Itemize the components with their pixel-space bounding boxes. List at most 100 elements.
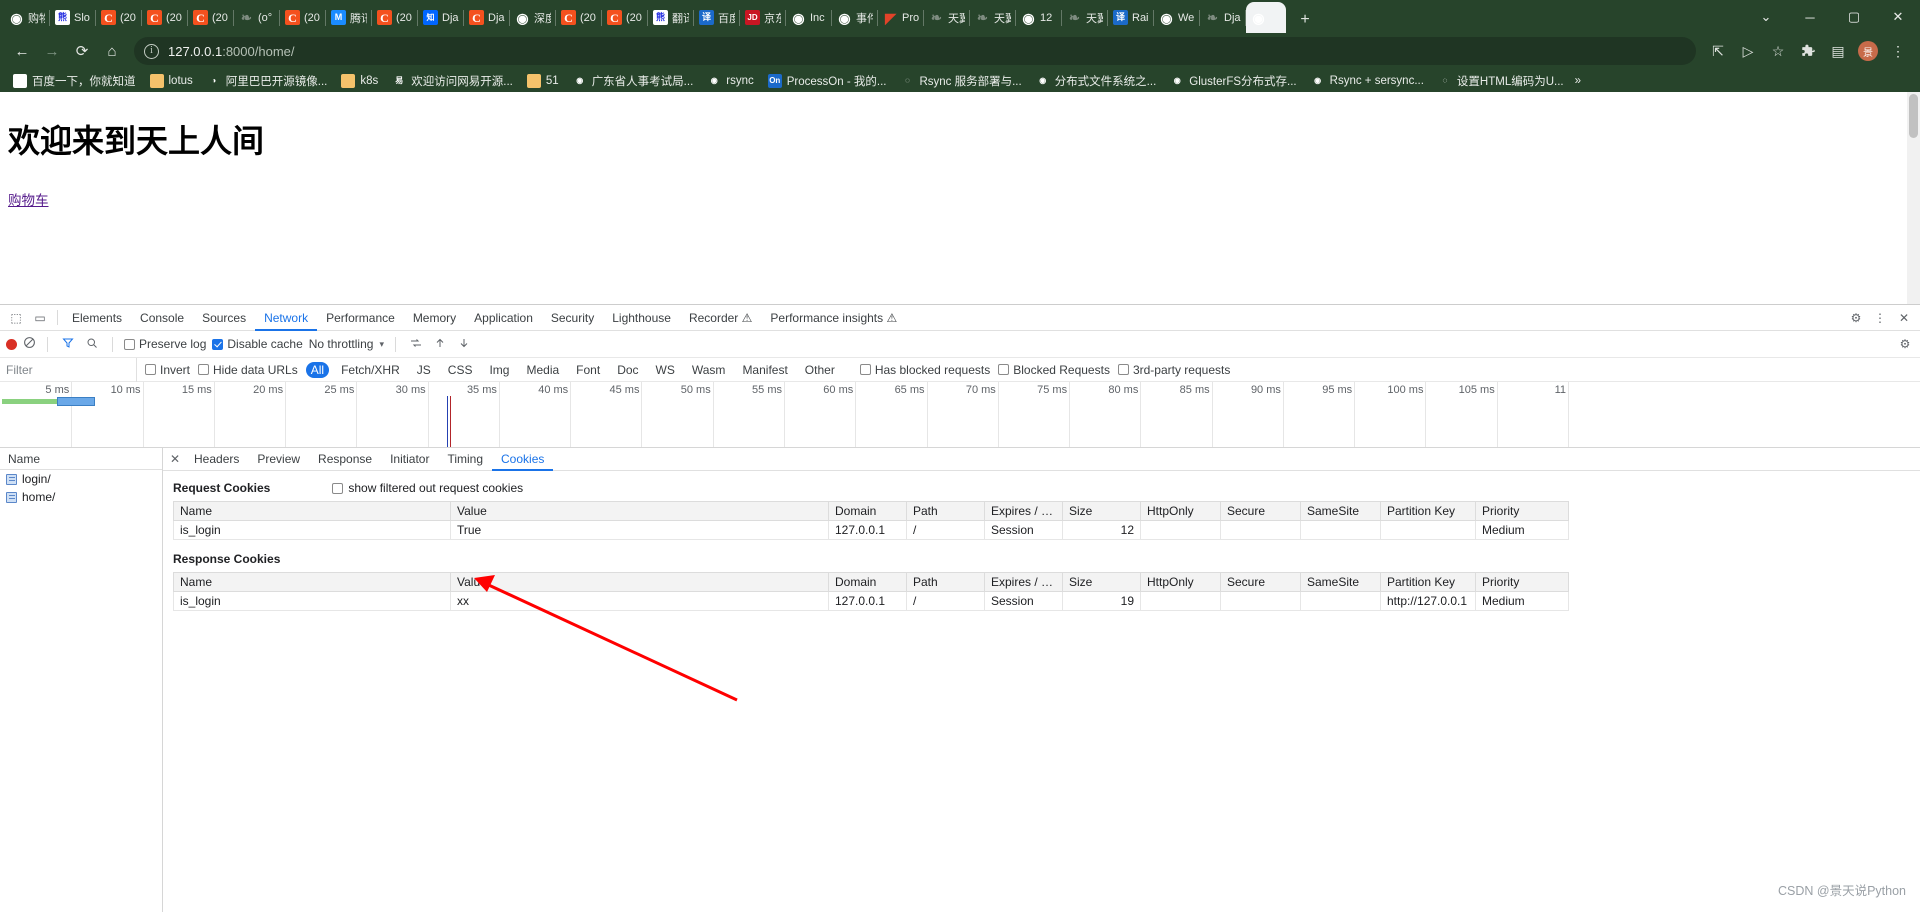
browser-tab[interactable]: ❧(o° <box>234 2 280 33</box>
table-row[interactable]: is_loginTrue127.0.0.1/Session12Medium <box>174 521 1569 540</box>
browser-tab[interactable]: C(20 <box>96 2 142 33</box>
invert-checkbox[interactable]: Invert <box>145 363 190 377</box>
browser-tab[interactable]: C(20 <box>602 2 648 33</box>
column-header[interactable]: Size <box>1063 502 1141 521</box>
devtools-tab-network[interactable]: Network <box>255 305 317 331</box>
filter-type-wasm[interactable]: Wasm <box>687 362 731 378</box>
filter-type-ws[interactable]: WS <box>651 362 680 378</box>
column-header[interactable]: Partition Key <box>1381 573 1476 592</box>
column-header[interactable]: Secure <box>1221 573 1301 592</box>
filter-icon[interactable] <box>59 337 77 352</box>
browser-tab[interactable]: CDja <box>464 2 510 33</box>
bookmark-item[interactable]: k8s <box>334 72 385 90</box>
detail-tab-initiator[interactable]: Initiator <box>381 448 438 471</box>
bookmark-star-icon[interactable]: ☆ <box>1764 37 1792 65</box>
column-header[interactable]: Secure <box>1221 502 1301 521</box>
bookmark-item[interactable]: ◉广东省人事考试局... <box>566 71 701 91</box>
bookmark-item[interactable]: lotus <box>143 72 200 90</box>
column-header[interactable]: HttpOnly <box>1141 502 1221 521</box>
devtools-close-icon[interactable]: ✕ <box>1892 307 1916 329</box>
browser-tab[interactable]: C(20 <box>188 2 234 33</box>
filter-type-img[interactable]: Img <box>484 362 514 378</box>
column-header[interactable]: SameSite <box>1301 502 1381 521</box>
browser-tab[interactable]: C(20 <box>280 2 326 33</box>
request-row[interactable]: home/ <box>0 488 162 506</box>
browser-tab[interactable]: M腾讯 <box>326 2 372 33</box>
export-har-icon[interactable] <box>455 337 473 352</box>
bookmark-item[interactable]: ◌设置HTML编码为U... <box>1431 71 1571 91</box>
column-header[interactable]: Partition Key <box>1381 502 1476 521</box>
column-header[interactable]: Priority <box>1476 573 1569 592</box>
detail-tab-cookies[interactable]: Cookies <box>492 448 553 471</box>
device-toolbar-icon[interactable]: ▭ <box>28 307 52 329</box>
third-party-requests-checkbox[interactable]: 3rd-party requests <box>1118 363 1230 377</box>
filter-type-manifest[interactable]: Manifest <box>737 362 792 378</box>
column-header[interactable]: Priority <box>1476 502 1569 521</box>
forward-button[interactable]: → <box>38 37 66 65</box>
page-scrollbar-thumb[interactable] <box>1909 94 1918 138</box>
page-scrollbar[interactable] <box>1907 92 1920 304</box>
devtools-tab-console[interactable]: Console <box>131 305 193 331</box>
home-button[interactable]: ⌂ <box>98 37 126 65</box>
filter-input[interactable]: Filter <box>0 358 137 382</box>
detail-tab-timing[interactable]: Timing <box>438 448 492 471</box>
browser-tab[interactable]: ◉事件 <box>832 2 878 33</box>
bookmark-item[interactable]: ◉Rsync + sersync... <box>1304 72 1431 90</box>
browser-tab[interactable]: ◉ <box>1246 2 1286 33</box>
filter-type-doc[interactable]: Doc <box>612 362 643 378</box>
column-header[interactable]: Expires / Max-... <box>985 573 1063 592</box>
share-icon[interactable]: ⇱ <box>1704 37 1732 65</box>
browser-tab[interactable]: ❧天翼 <box>924 2 970 33</box>
maximize-button[interactable]: ▢ <box>1832 1 1876 33</box>
search-icon[interactable] <box>83 337 101 352</box>
network-conditions-icon[interactable] <box>407 337 425 352</box>
devtools-tab-performance-insights[interactable]: Performance insights ⚠ <box>761 305 906 331</box>
close-window-button[interactable]: ✕ <box>1876 1 1920 33</box>
browser-tab[interactable]: C(20 <box>372 2 418 33</box>
side-panel-icon[interactable]: ▤ <box>1824 37 1852 65</box>
new-tab-button[interactable]: + <box>1292 7 1318 33</box>
devtools-more-icon[interactable]: ⋮ <box>1868 307 1892 329</box>
devtools-tab-memory[interactable]: Memory <box>404 305 465 331</box>
column-header[interactable]: Domain <box>829 573 907 592</box>
filter-type-media[interactable]: Media <box>521 362 564 378</box>
browser-tab[interactable]: ❧Dja <box>1200 2 1246 33</box>
extensions-icon[interactable] <box>1794 37 1822 65</box>
browser-menu-icon[interactable]: ⋮ <box>1884 37 1912 65</box>
devtools-tab-lighthouse[interactable]: Lighthouse <box>603 305 680 331</box>
devtools-tab-security[interactable]: Security <box>542 305 603 331</box>
bookmark-item[interactable]: OnProcessOn - 我的... <box>761 71 894 91</box>
requests-column-header[interactable]: Name <box>0 448 162 470</box>
address-bar[interactable]: i 127.0.0.1:8000/home/ <box>134 37 1696 65</box>
bookmark-item[interactable]: ◑阿里巴巴开源镜像... <box>200 71 335 91</box>
bookmark-item[interactable]: ◉GlusterFS分布式存... <box>1163 71 1303 91</box>
devtools-tab-elements[interactable]: Elements <box>63 305 131 331</box>
bookmark-item[interactable]: 51 <box>520 72 566 90</box>
column-header[interactable]: Name <box>174 502 451 521</box>
chevron-down-icon[interactable]: ▾ <box>379 339 384 350</box>
inspect-element-icon[interactable]: ⬚ <box>4 307 28 329</box>
network-settings-icon[interactable]: ⚙ <box>1896 337 1914 351</box>
browser-tab[interactable]: ◉12 <box>1016 2 1062 33</box>
filter-type-css[interactable]: CSS <box>443 362 478 378</box>
browser-tab[interactable]: 译Rai <box>1108 2 1154 33</box>
hide-data-urls-checkbox[interactable]: Hide data URLs <box>198 363 298 377</box>
avatar[interactable]: 景 <box>1854 37 1882 65</box>
browser-tab[interactable]: ◉深度 <box>510 2 556 33</box>
detail-tab-response[interactable]: Response <box>309 448 381 471</box>
browser-tab[interactable]: ◉购物 <box>4 2 50 33</box>
back-button[interactable]: ← <box>8 37 36 65</box>
browser-tab[interactable]: C(20 <box>556 2 602 33</box>
bookmark-item[interactable]: 易欢迎访问网易开源... <box>385 71 520 91</box>
column-header[interactable]: Size <box>1063 573 1141 592</box>
column-header[interactable]: Path <box>907 573 985 592</box>
site-info-icon[interactable]: i <box>144 44 159 59</box>
browser-tab[interactable]: ❧天翼 <box>970 2 1016 33</box>
detail-close-icon[interactable]: ✕ <box>165 448 185 471</box>
column-header[interactable]: Value <box>451 502 829 521</box>
column-header[interactable]: HttpOnly <box>1141 573 1221 592</box>
column-header[interactable]: Path <box>907 502 985 521</box>
filter-type-js[interactable]: JS <box>412 362 436 378</box>
cast-icon[interactable]: ▷ <box>1734 37 1762 65</box>
column-header[interactable]: SameSite <box>1301 573 1381 592</box>
